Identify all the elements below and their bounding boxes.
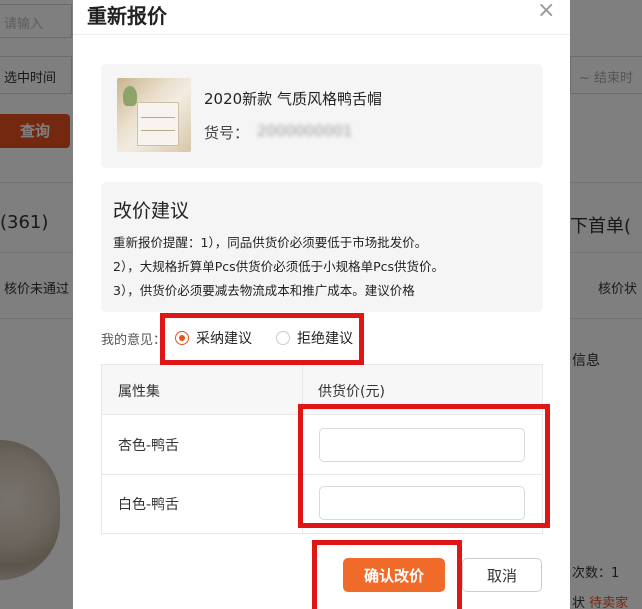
suggestion-line: 重新报价提醒：1），同品供货价必须要低于市场批发价。 (113, 235, 428, 250)
product-image (117, 78, 191, 152)
row-attribute: 白色-鸭舌 (118, 497, 180, 513)
radio-checked-icon (175, 331, 189, 345)
confirm-reprice-button[interactable]: 确认改价 (343, 558, 445, 592)
cancel-button[interactable]: 取消 (462, 558, 542, 592)
product-image-cabinet (137, 102, 179, 146)
radio-unchecked-icon (276, 331, 290, 345)
title-divider (73, 34, 570, 35)
radio-reject-suggestion[interactable]: 拒绝建议 (276, 328, 353, 348)
table-row: 白色-鸭舌 (102, 475, 542, 533)
close-icon[interactable]: × (537, 0, 555, 23)
supply-price-input[interactable] (319, 428, 525, 462)
supply-price-input[interactable] (319, 486, 525, 520)
suggestion-line: 2），大规格折算单Pcs供货价必须低于小规格单Pcs供货价。 (113, 259, 445, 274)
table-header-row: 属性集 供货价(元) (102, 365, 542, 415)
requote-dialog: 重新报价 × 2020新款 气质风格鸭舌帽 货号： 2000000001 改价建… (73, 0, 570, 609)
product-sku-label: 货号： (204, 124, 250, 142)
suggestion-line: 3），供货价必须要减去物流成本和推广成本。建议价格 (113, 283, 415, 298)
radio-accept-suggestion[interactable]: 采纳建议 (175, 328, 252, 348)
dialog-title: 重新报价 (87, 4, 167, 28)
header-attribute: 属性集 (118, 384, 160, 400)
table-row: 杏色-鸭舌 (102, 415, 542, 475)
radio-accept-label: 采纳建议 (196, 331, 252, 347)
row-attribute: 杏色-鸭舌 (118, 438, 180, 454)
price-suggestion-box: 改价建议 重新报价提醒：1），同品供货价必须要低于市场批发价。 2），大规格折算… (101, 182, 543, 312)
product-name: 2020新款 气质风格鸭舌帽 (204, 90, 382, 108)
header-supply-price: 供货价(元) (318, 384, 385, 400)
product-image-plant (123, 86, 137, 106)
suggestion-title: 改价建议 (113, 200, 190, 222)
column-divider (302, 365, 303, 533)
product-card: 2020新款 气质风格鸭舌帽 货号： 2000000001 (101, 64, 543, 168)
radio-reject-label: 拒绝建议 (297, 331, 353, 347)
opinion-label: 我的意见： (101, 333, 167, 348)
price-table: 属性集 供货价(元) 杏色-鸭舌 白色-鸭舌 (101, 364, 543, 534)
product-sku-value: 2000000001 (257, 122, 353, 140)
